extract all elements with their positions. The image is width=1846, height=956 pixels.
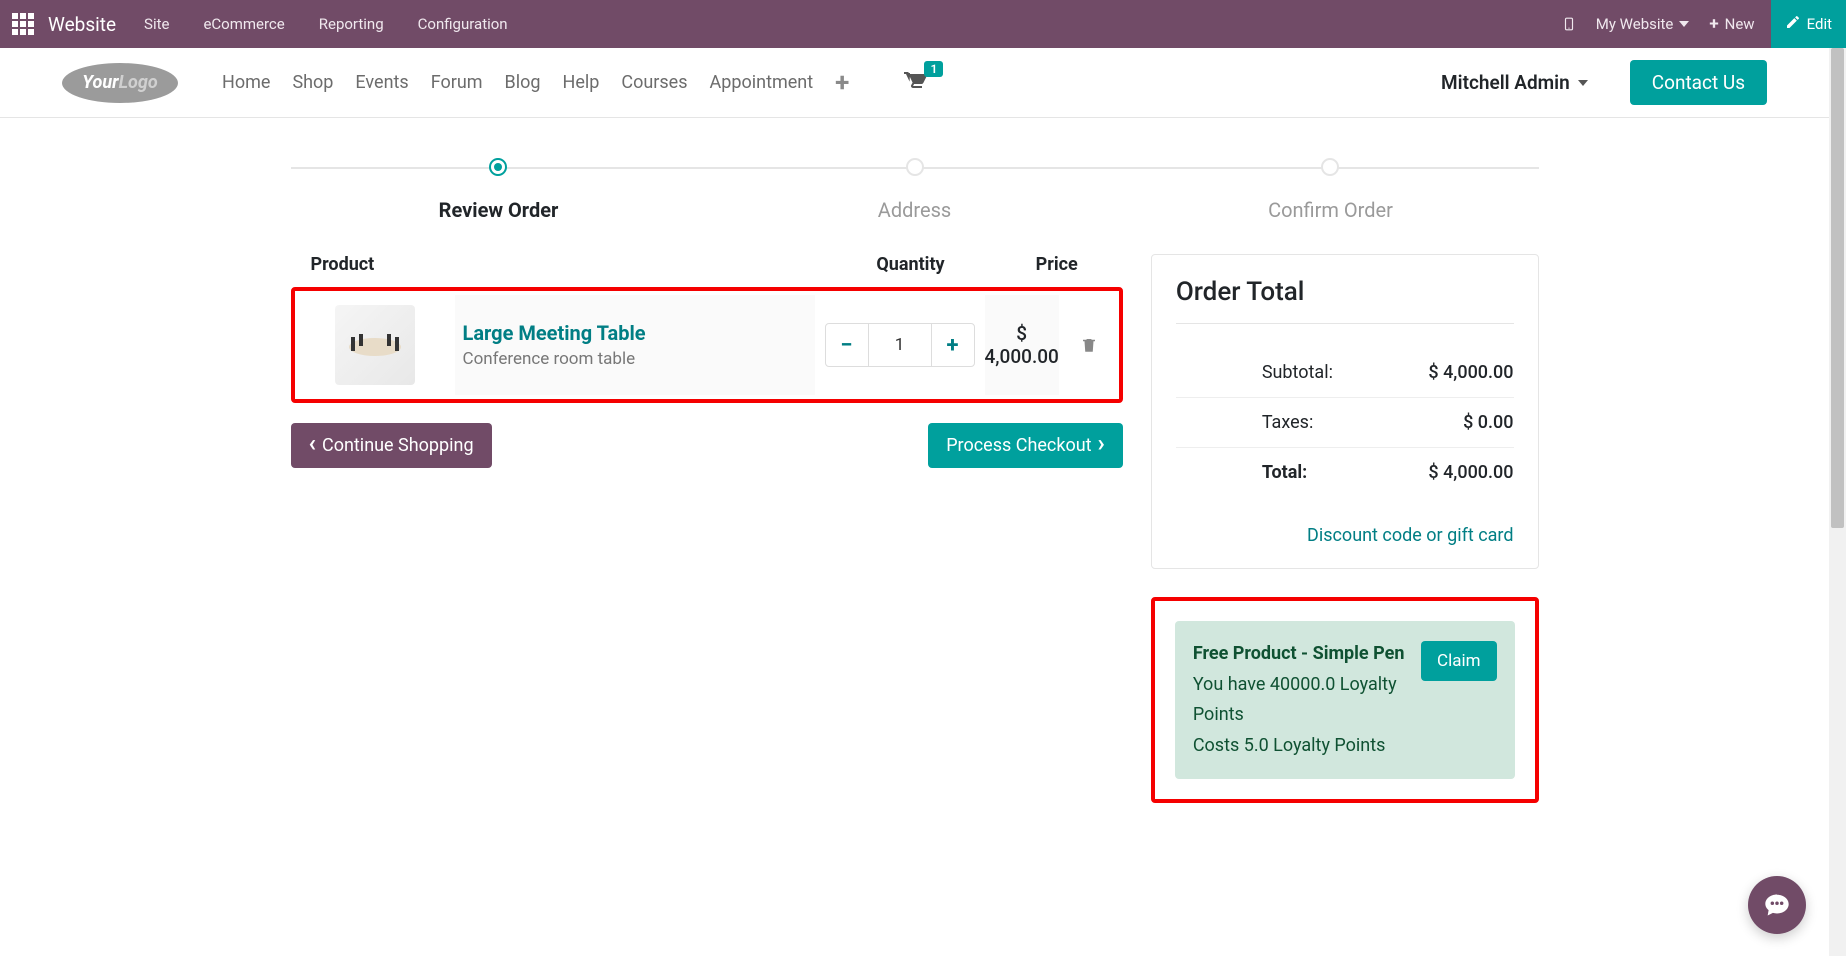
step-label-review: Review Order bbox=[291, 198, 707, 222]
step-label-confirm: Confirm Order bbox=[1123, 198, 1539, 222]
edit-button[interactable]: Edit bbox=[1771, 0, 1846, 48]
nav-help[interactable]: Help bbox=[563, 72, 600, 93]
nav-shop[interactable]: Shop bbox=[292, 72, 333, 93]
header-price: Price bbox=[991, 254, 1123, 275]
product-description: Conference room table bbox=[463, 349, 815, 369]
loyalty-reward-highlight: Free Product - Simple Pen You have 40000… bbox=[1151, 597, 1539, 803]
product-name-link[interactable]: Large Meeting Table bbox=[463, 321, 815, 345]
mobile-preview-icon[interactable] bbox=[1562, 15, 1576, 33]
taxes-value: $ 0.00 bbox=[1463, 412, 1513, 433]
scrollbar-thumb[interactable] bbox=[1831, 48, 1844, 528]
my-website-label: My Website bbox=[1596, 15, 1674, 33]
chevron-right-icon bbox=[1098, 435, 1105, 456]
discount-code-link[interactable]: Discount code or gift card bbox=[1176, 525, 1514, 546]
qty-increase-button[interactable]: + bbox=[931, 323, 975, 367]
checkout-progress bbox=[291, 158, 1539, 178]
new-button[interactable]: New bbox=[1709, 14, 1754, 34]
header-quantity: Quantity bbox=[831, 254, 991, 275]
reward-points-available: You have 40000.0 Loyalty Points bbox=[1193, 670, 1409, 731]
nav-forum[interactable]: Forum bbox=[431, 72, 483, 93]
cart-row-highlight: Large Meeting Table Conference room tabl… bbox=[291, 287, 1123, 403]
site-logo[interactable]: YourLogo bbox=[62, 63, 182, 103]
total-label: Total: bbox=[1176, 462, 1307, 483]
progress-step-address[interactable] bbox=[906, 158, 924, 176]
line-price: $ 4,000.00 bbox=[985, 322, 1059, 368]
progress-step-review[interactable] bbox=[489, 158, 507, 176]
nav-appointment[interactable]: Appointment bbox=[710, 72, 814, 93]
chevron-down-icon bbox=[1679, 21, 1689, 27]
cart-row: Large Meeting Table Conference room tabl… bbox=[295, 295, 1119, 395]
step-label-address: Address bbox=[707, 198, 1123, 222]
site-navbar: YourLogo Home Shop Events Forum Blog Hel… bbox=[0, 48, 1829, 118]
continue-shopping-label: Continue Shopping bbox=[322, 435, 474, 456]
progress-step-confirm[interactable] bbox=[1321, 158, 1339, 176]
cart-icon[interactable]: 1 bbox=[903, 69, 927, 97]
trash-icon bbox=[1080, 336, 1098, 354]
product-thumbnail[interactable] bbox=[295, 295, 455, 395]
claim-reward-button[interactable]: Claim bbox=[1421, 641, 1497, 681]
my-website-dropdown[interactable]: My Website bbox=[1596, 15, 1690, 33]
chat-icon bbox=[1763, 891, 1791, 919]
reward-points-cost: Costs 5.0 Loyalty Points bbox=[1193, 731, 1409, 762]
contact-us-button[interactable]: Contact Us bbox=[1630, 60, 1767, 105]
nav-courses[interactable]: Courses bbox=[621, 72, 687, 93]
order-total-title: Order Total bbox=[1176, 277, 1514, 307]
edit-label: Edit bbox=[1807, 15, 1832, 33]
qty-decrease-button[interactable]: − bbox=[825, 323, 869, 367]
menu-site[interactable]: Site bbox=[144, 15, 169, 33]
nav-blog[interactable]: Blog bbox=[505, 72, 541, 93]
cart-count-badge: 1 bbox=[924, 61, 943, 77]
app-brand[interactable]: Website bbox=[48, 13, 116, 36]
taxes-label: Taxes: bbox=[1176, 412, 1314, 433]
cart-header-row: Product Quantity Price bbox=[291, 254, 1123, 287]
qty-value[interactable]: 1 bbox=[869, 323, 931, 367]
reward-title: Free Product - Simple Pen bbox=[1193, 639, 1409, 670]
remove-item-button[interactable] bbox=[1059, 295, 1119, 395]
quantity-stepper: − 1 + bbox=[825, 323, 975, 367]
menu-ecommerce[interactable]: eCommerce bbox=[203, 15, 284, 33]
admin-topbar: Website Site eCommerce Reporting Configu… bbox=[0, 0, 1846, 48]
order-total-panel: Order Total Subtotal: $ 4,000.00 Taxes: … bbox=[1151, 254, 1539, 569]
plus-icon bbox=[1709, 14, 1718, 34]
menu-configuration[interactable]: Configuration bbox=[418, 15, 508, 33]
pencil-icon bbox=[1785, 14, 1801, 34]
total-value: $ 4,000.00 bbox=[1428, 462, 1513, 483]
new-label: New bbox=[1725, 15, 1755, 33]
nav-home[interactable]: Home bbox=[222, 72, 270, 93]
apps-icon[interactable] bbox=[12, 13, 34, 35]
subtotal-value: $ 4,000.00 bbox=[1428, 362, 1513, 383]
chevron-down-icon bbox=[1578, 80, 1588, 86]
subtotal-label: Subtotal: bbox=[1176, 362, 1333, 383]
user-menu[interactable]: Mitchell Admin bbox=[1441, 71, 1588, 94]
process-checkout-button[interactable]: Process Checkout bbox=[928, 423, 1123, 468]
header-product: Product bbox=[311, 254, 831, 275]
continue-shopping-button[interactable]: Continue Shopping bbox=[291, 423, 492, 468]
loyalty-reward-panel: Free Product - Simple Pen You have 40000… bbox=[1175, 621, 1515, 779]
livechat-button[interactable] bbox=[1748, 876, 1806, 934]
nav-events[interactable]: Events bbox=[355, 72, 408, 93]
chevron-left-icon bbox=[309, 435, 317, 456]
vertical-scrollbar[interactable] bbox=[1829, 48, 1846, 956]
add-page-icon[interactable]: + bbox=[835, 70, 849, 96]
menu-reporting[interactable]: Reporting bbox=[319, 15, 384, 33]
user-name: Mitchell Admin bbox=[1441, 71, 1570, 94]
process-checkout-label: Process Checkout bbox=[946, 435, 1091, 456]
